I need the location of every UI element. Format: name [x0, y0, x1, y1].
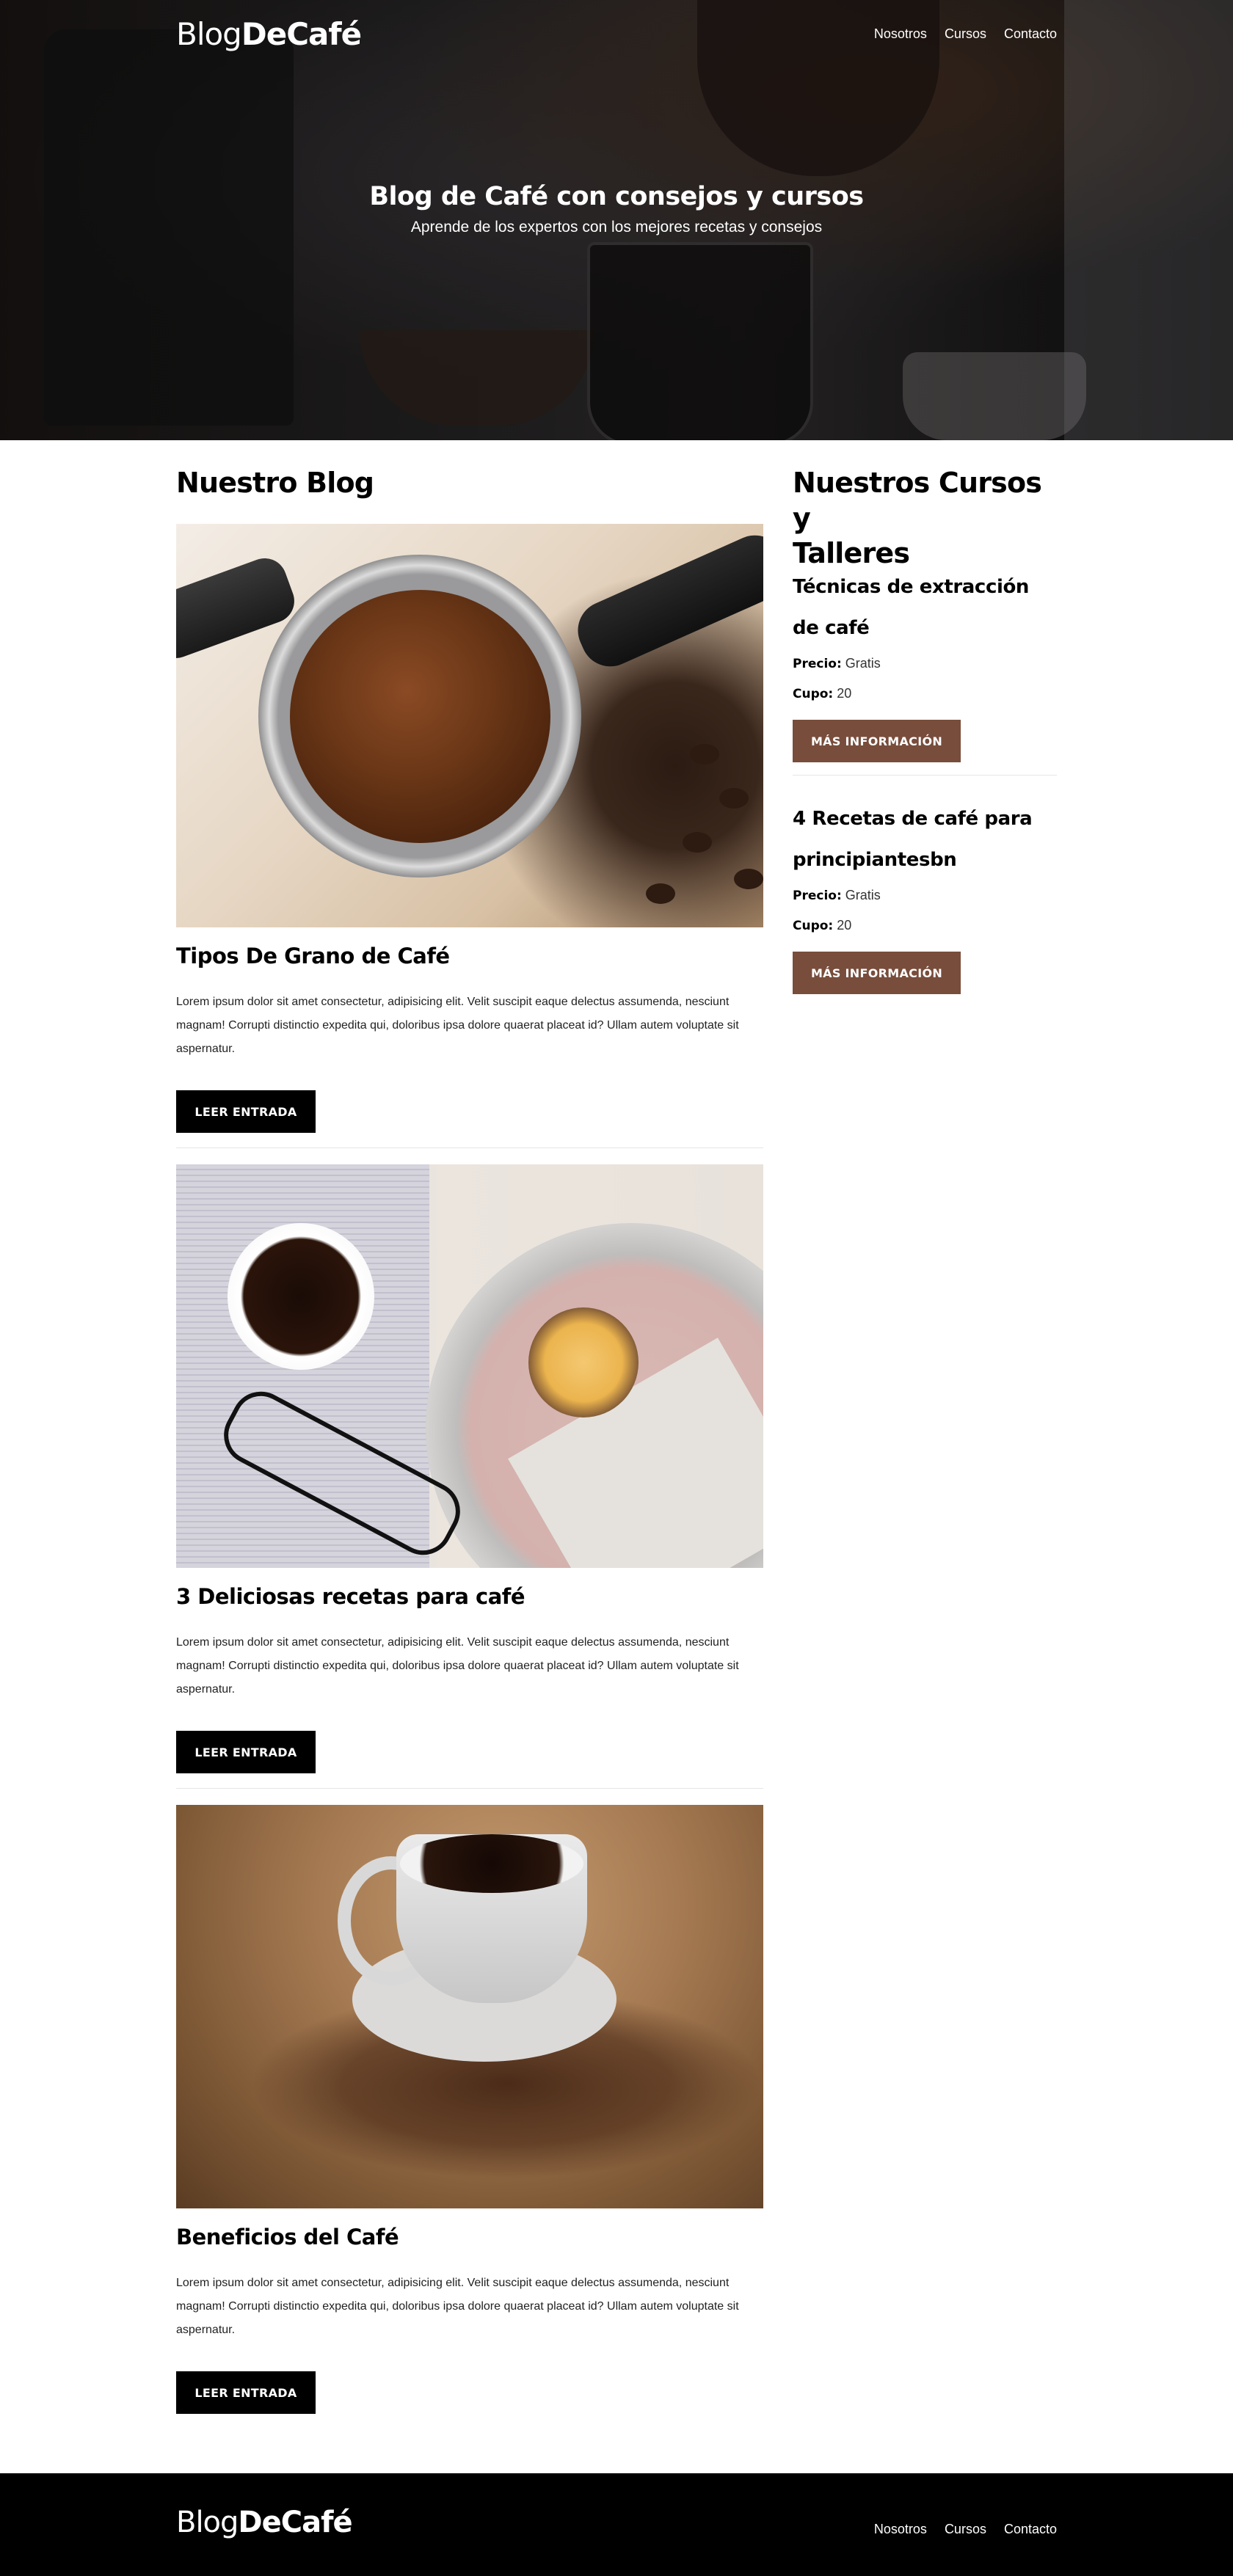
- blog-entry-text: Lorem ipsum dolor sit amet consectetur, …: [176, 1636, 739, 1696]
- blog-entry-image-coffee-cup: [176, 1805, 763, 2208]
- image-shape: [719, 788, 749, 809]
- image-shape: [683, 832, 712, 853]
- course-price: Precio: Gratis: [793, 880, 1057, 911]
- course-title: 4 Recetas de café para principiantesbn: [793, 808, 1033, 871]
- read-entry-button[interactable]: LEER ENTRADA: [176, 1731, 316, 1773]
- logo-text-bold: DeCafé: [241, 16, 362, 52]
- blog-entry: Beneficios del Café Lorem ipsum dolor si…: [176, 1805, 763, 2414]
- price-label: Precio:: [793, 889, 842, 903]
- more-info-button[interactable]: MÁS INFORMACIÓN: [793, 952, 961, 994]
- blog-entry-title[interactable]: Tipos De Grano de Café: [176, 944, 450, 968]
- courses-title-line: Nuestros Cursos y: [793, 467, 1042, 534]
- course-divider: [793, 775, 1057, 776]
- entry-divider: [176, 1788, 763, 1789]
- footer-nav-link-nosotros[interactable]: Nosotros: [874, 2522, 927, 2537]
- footer-nav: Nosotros Cursos Contacto: [856, 2522, 1057, 2537]
- blog-entry-text: Lorem ipsum dolor sit amet consectetur, …: [176, 996, 739, 1055]
- read-entry-button[interactable]: LEER ENTRADA: [176, 1090, 316, 1133]
- slots-label: Cupo:: [793, 919, 834, 933]
- image-shape: [228, 1223, 374, 1370]
- hero-background-glass: [587, 242, 813, 440]
- course-title: Técnicas de extracción de café: [793, 576, 1030, 639]
- nav-link-contacto[interactable]: Contacto: [1004, 26, 1057, 42]
- main-nav: Nosotros Cursos Contacto: [856, 26, 1057, 42]
- course-slots: Cupo: 20: [793, 911, 1057, 941]
- logo-text-bold: DeCafé: [238, 2506, 352, 2539]
- image-shape: [568, 525, 763, 676]
- blog-entry-title[interactable]: Beneficios del Café: [176, 2225, 399, 2250]
- image-shape: [400, 1834, 583, 1893]
- site-footer: BlogDeCafé Nosotros Cursos Contacto: [0, 2473, 1233, 2576]
- blog-entry: 3 Deliciosas recetas para café Lorem ips…: [176, 1164, 763, 1789]
- main-content: Nuestro Blog Tipos De Grano de Café Lore…: [0, 440, 1233, 2473]
- logo-text-light: Blog: [176, 16, 242, 52]
- read-entry-button[interactable]: LEER ENTRADA: [176, 2371, 316, 2414]
- slots-label: Cupo:: [793, 687, 834, 701]
- course-price: Precio: Gratis: [793, 649, 1057, 679]
- entry-divider: [176, 1147, 763, 1148]
- image-shape: [646, 883, 675, 904]
- price-value: Gratis: [845, 888, 881, 902]
- image-shape: [290, 590, 550, 843]
- courses-section-title: Nuestros Cursos y Talleres: [793, 465, 1057, 571]
- course-slots: Cupo: 20: [793, 679, 1057, 709]
- logo-text-light: Blog: [176, 2506, 239, 2539]
- slots-value: 20: [837, 918, 852, 933]
- hero-title: Blog de Café con consejos y cursos: [369, 182, 864, 211]
- blog-entry-image-portafilter: [176, 524, 763, 927]
- footer-nav-link-contacto[interactable]: Contacto: [1004, 2522, 1057, 2537]
- top-navigation-bar: BlogDeCafé Nosotros Cursos Contacto: [0, 0, 1233, 73]
- course-card: 4 Recetas de café para principiantesbn P…: [793, 798, 1057, 994]
- image-shape: [734, 869, 763, 889]
- hero-subtitle: Aprende de los expertos con los mejores …: [410, 219, 823, 236]
- nav-link-nosotros[interactable]: Nosotros: [874, 26, 927, 42]
- courses-title-line: Talleres: [793, 537, 910, 569]
- hero-header: BlogDeCafé Nosotros Cursos Contacto Blog…: [0, 0, 1233, 440]
- blog-entry: Tipos De Grano de Café Lorem ipsum dolor…: [176, 524, 763, 1148]
- price-label: Precio:: [793, 657, 842, 671]
- blog-section-title: Nuestro Blog: [176, 467, 374, 499]
- course-card: Técnicas de extracción de café Precio: G…: [793, 566, 1057, 762]
- more-info-button[interactable]: MÁS INFORMACIÓN: [793, 720, 961, 762]
- hero-background-bowl: [360, 330, 594, 426]
- blog-entry-text: Lorem ipsum dolor sit amet consectetur, …: [176, 2277, 739, 2336]
- hero-background-cup: [903, 352, 1086, 440]
- price-value: Gratis: [845, 656, 881, 671]
- image-shape: [690, 744, 719, 765]
- nav-link-cursos[interactable]: Cursos: [945, 26, 986, 42]
- slots-value: 20: [837, 686, 852, 701]
- footer-logo[interactable]: BlogDeCafé: [176, 2506, 353, 2539]
- image-shape: [528, 1307, 639, 1417]
- blog-entry-title[interactable]: 3 Deliciosas recetas para café: [176, 1584, 525, 1609]
- site-logo[interactable]: BlogDeCafé: [176, 16, 362, 52]
- hero-text: Blog de Café con consejos y cursos Apren…: [0, 182, 1233, 236]
- footer-nav-link-cursos[interactable]: Cursos: [945, 2522, 986, 2537]
- blog-entry-image-cupcake: [176, 1164, 763, 1568]
